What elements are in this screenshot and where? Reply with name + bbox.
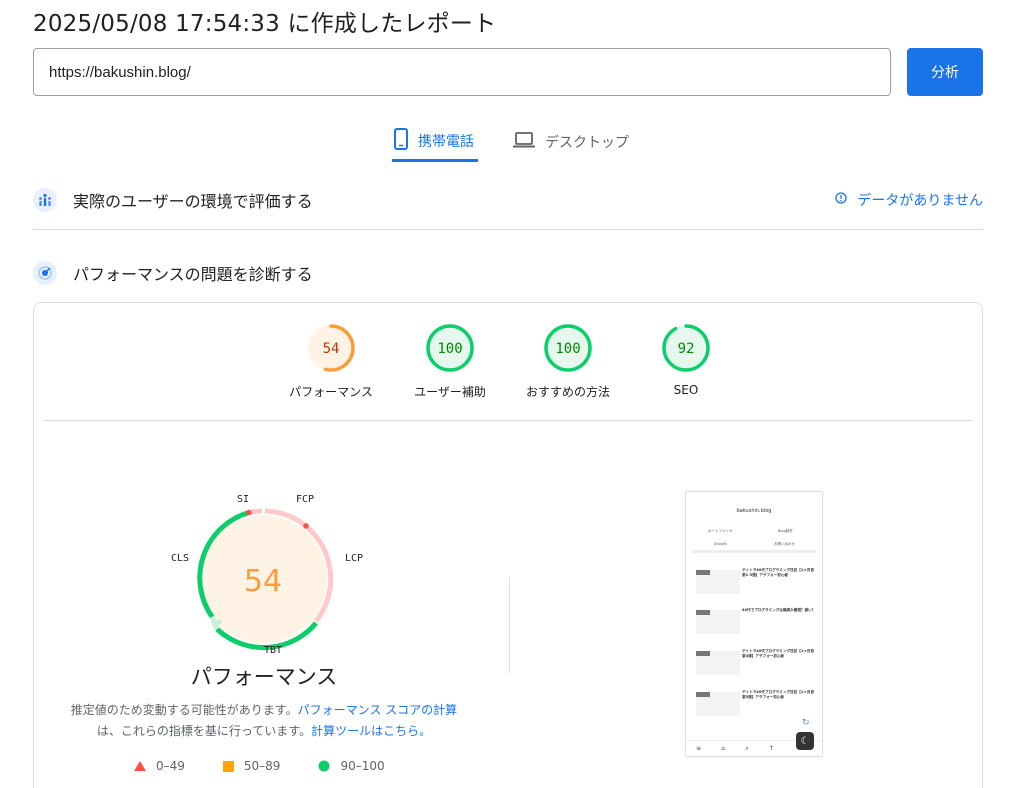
no-data-link[interactable]: データがありません [835,190,983,210]
preview-site-name: bakushin.blog [736,508,772,514]
gauge-performance[interactable]: 54 パフォーマンス [271,323,391,400]
preview-post: ゲイトラ40代プログラミング日記【1ヶ月目第5週】アラフォー初心者 [696,688,816,720]
legend-fail-label: 0–49 [156,759,185,773]
metric-label-si: SI [237,494,249,505]
gauge-value: 54 [323,341,340,357]
gauge-performance-ring: 54 [307,324,355,372]
users-chart-icon [33,188,57,212]
metric-dot-si [246,509,252,516]
lab-section-title: パフォーマンスの問題を診断する [73,265,313,284]
info-icon [835,192,848,208]
preview-post-title: 40代でプログラミングは無謀か最短？遅い？ [742,608,816,612]
lab-data-section: パフォーマンスの問題を診断する [33,259,983,287]
big-gauge-value: 54 [244,564,282,599]
vertical-divider [509,577,510,673]
field-data-section: 実際のユーザーの環境で評価する データがありません [33,186,983,214]
legend-pass-label: 90–100 [340,759,385,773]
gauge-best-practices-ring: 100 [544,324,592,372]
performance-title: パフォーマンス [190,665,338,689]
diagnostic-icon [33,261,57,285]
metric-label-fcp: FCP [296,494,314,505]
preview-post-title: ゲイトラ40代プログラミング日記【1ヶ月目第4週】アラフォー初心者 [742,649,815,658]
legend-pass: 90–100 [318,759,385,773]
score-gauges: 54 パフォーマンス 100 ユーザー補助 100 おすすめの方法 92 SEO [34,323,984,409]
card-divider [43,420,973,421]
home-icon: ⌂ [721,745,726,752]
search-icon: ⌕ [745,744,749,752]
gauge-label: SEO [673,383,699,397]
arrow-up-icon: ↑ [768,745,774,752]
smartphone-icon [394,127,408,154]
field-section-title: 実際のユーザーの環境で評価する [73,192,313,211]
gauge-label: おすすめの方法 [525,385,610,399]
page-screenshot-preview[interactable]: bakushin.blog ポートフォリオ Blog制作 Shopify お問い… [685,491,823,757]
preview-thumbnail [696,610,740,634]
performance-big-gauge: 54 SI FCP LCP CLS TBT [158,491,368,681]
legend-average: 50–89 [222,759,281,773]
tab-mobile-label: 携帯電話 [418,133,474,150]
preview-thumbnail [696,570,740,594]
lab-report-card: 54 パフォーマンス 100 ユーザー補助 100 おすすめの方法 92 SEO… [33,302,983,788]
section-divider [33,229,983,230]
preview-thumbnail [696,692,740,716]
square-icon [222,760,234,772]
gauge-seo-ring: 92 [662,324,710,372]
gauge-label: パフォーマンス [289,385,373,399]
note-text-2: は、これらの指標を基に行っています。 [96,724,312,738]
gauge-accessibility-ring: 100 [426,324,474,372]
menu-icon: ≡ [696,745,702,752]
recaptcha-icon: ↻ [802,718,810,728]
laptop-icon [513,132,535,152]
gauge-best-practices[interactable]: 100 おすすめの方法 [508,323,628,400]
page-title: 2025/05/08 17:54:33 に作成したレポート [33,11,497,37]
dark-mode-icon: ☾ [796,732,814,750]
preview-separator [692,550,816,553]
metric-label-tbt: TBT [264,645,282,656]
url-input[interactable] [33,48,891,96]
calculator-link[interactable]: 計算ツールはこちら。 [311,724,431,738]
tab-mobile[interactable]: 携帯電話 [392,122,478,162]
preview-post-title: ゲイトラ40代プログラミング日記【1ヶ月目第5週】アラフォー初心者 [742,690,815,699]
note-text-1: 推定値のため変動する可能性があります。 [70,703,298,717]
preview-post: ゲイトラ40代プログラミング日記【1ヶ月目第4週】アラフォー初心者 [696,647,816,679]
preview-post-title: ゲイトラ40代プログラミング日記【1ヶ月目第1-3週】アラフォー初心者 [742,568,815,577]
score-legend: 0–49 50–89 90–100 [134,759,385,773]
gauge-value: 100 [555,341,580,357]
device-tabs: 携帯電話 デスクトップ [392,122,631,162]
preview-menu-item: ポートフォリオ [708,529,733,533]
circle-icon [318,760,330,772]
preview-menu-item: Shopify [714,542,728,546]
triangle-icon [134,761,146,771]
gauge-value: 100 [437,341,462,357]
metric-dot-fcp [303,523,309,529]
preview-thumbnail [696,651,740,675]
gauge-accessibility[interactable]: 100 ユーザー補助 [390,323,510,400]
gauge-value: 92 [678,341,695,357]
preview-menu-item: お問い合わせ [774,542,795,546]
metric-label-lcp: LCP [345,553,363,564]
tab-desktop-label: デスクトップ [545,135,629,151]
score-calc-link[interactable]: パフォーマンス スコアの計算 [298,703,458,717]
metric-label-cls: CLS [171,553,189,564]
gauge-label: ユーザー補助 [414,385,486,399]
tab-desktop[interactable]: デスクトップ [511,122,631,162]
score-note: 推定値のため変動する可能性があります。パフォーマンス スコアの計算 は、これらの… [64,700,464,742]
analyze-button[interactable]: 分析 [907,48,983,96]
metric-arc-si [250,508,263,515]
gauge-seo[interactable]: 92 SEO [626,323,746,397]
preview-menu-item: Blog制作 [778,529,793,533]
preview-post: ゲイトラ40代プログラミング日記【1ヶ月目第1-3週】アラフォー初心者 [696,566,816,598]
no-data-label: データがありません [857,193,983,209]
legend-fail: 0–49 [134,759,185,773]
preview-post: 40代でプログラミングは無謀か最短？遅い？ [696,606,816,638]
legend-average-label: 50–89 [243,759,281,773]
